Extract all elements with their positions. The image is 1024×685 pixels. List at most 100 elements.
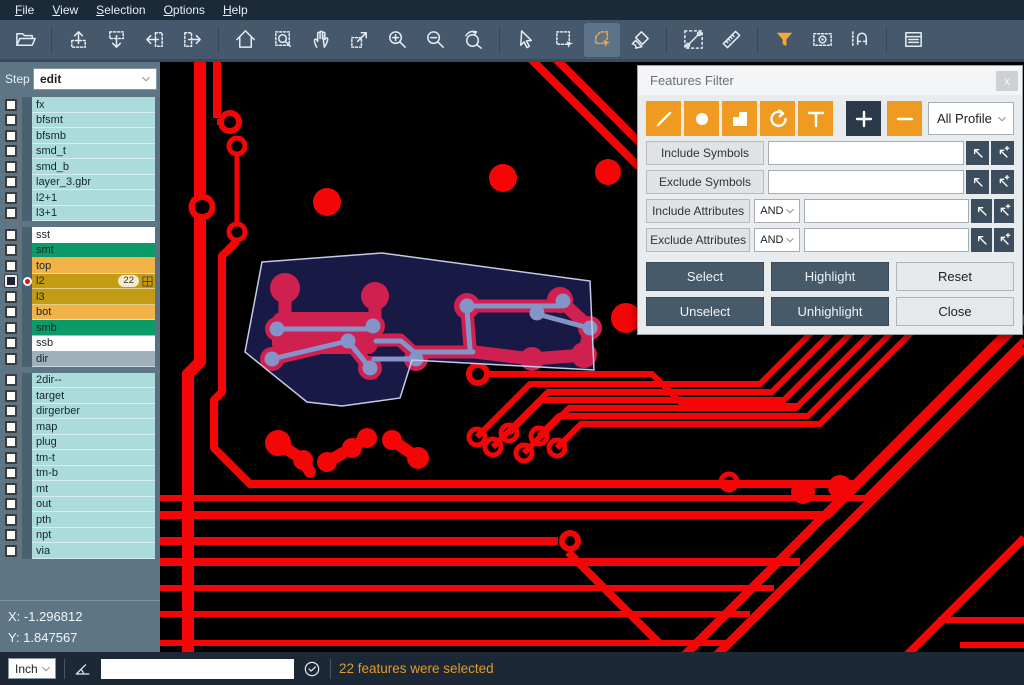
tool-select-arrow-button[interactable] xyxy=(508,23,544,57)
unselect-button[interactable]: Unselect xyxy=(646,297,764,326)
layer-checkbox-pth[interactable] xyxy=(5,514,17,526)
layer-row-bfsmt[interactable]: bfsmt xyxy=(0,113,160,129)
tool-pan-right-button[interactable] xyxy=(174,23,210,57)
layer-name-layer_3.gbr[interactable]: layer_3.gbr xyxy=(32,175,155,191)
layer-checkbox-l3[interactable] xyxy=(5,291,17,303)
layer-row-l2+1[interactable]: l2+1 xyxy=(0,190,160,206)
layer-row-target[interactable]: target xyxy=(0,388,160,404)
tool-measure-line-button[interactable] xyxy=(675,23,711,57)
layer-row-npt[interactable]: npt xyxy=(0,528,160,544)
profile-select[interactable]: All Profile xyxy=(928,102,1014,135)
exclude-attributes-input[interactable] xyxy=(804,228,969,252)
layer-row-sst[interactable]: sst xyxy=(0,227,160,243)
include-attributes-pick-button[interactable] xyxy=(971,199,991,223)
layer-row-ssb[interactable]: ssb xyxy=(0,336,160,352)
layer-checkbox-smd_t[interactable] xyxy=(5,145,17,157)
exclude-attributes-pick-button[interactable] xyxy=(971,228,991,252)
layer-row-dirgerber[interactable]: dirgerber xyxy=(0,404,160,420)
layer-name-smd_t[interactable]: smd_t xyxy=(32,144,155,160)
tool-select-rect-button[interactable] xyxy=(546,23,582,57)
layer-row-l2[interactable]: l222 xyxy=(0,274,160,290)
layer-row-map[interactable]: map xyxy=(0,419,160,435)
layer-name-sst[interactable]: sst xyxy=(32,227,155,243)
tool-snap-magnet-button[interactable] xyxy=(842,23,878,57)
command-input[interactable] xyxy=(101,659,294,679)
layer-row-l3[interactable]: l3 xyxy=(0,289,160,305)
layer-checkbox-tm-b[interactable] xyxy=(5,467,17,479)
layer-name-top[interactable]: top xyxy=(32,258,155,274)
refresh-status-icon[interactable] xyxy=(302,659,322,679)
include-symbols-pick-add-button[interactable] xyxy=(991,141,1014,165)
tool-filter-funnel-button[interactable] xyxy=(766,23,802,57)
layer-name-tm-t[interactable]: tm-t xyxy=(32,450,155,466)
filter-plus-button[interactable] xyxy=(846,101,881,136)
exclude-attributes-pick-add-button[interactable] xyxy=(994,228,1014,252)
pcb-canvas[interactable]: Features Filter x All Profile Include Sy… xyxy=(160,62,1024,652)
layer-name-via[interactable]: via xyxy=(32,543,155,559)
layer-row-l3+1[interactable]: l3+1 xyxy=(0,206,160,222)
layer-name-dirgerber[interactable]: dirgerber xyxy=(32,404,155,420)
include-attributes-pick-add-button[interactable] xyxy=(994,199,1014,223)
highlight-button[interactable]: Highlight xyxy=(771,262,889,291)
tool-clear-brush-button[interactable] xyxy=(622,23,658,57)
layer-name-fx[interactable]: fx xyxy=(32,97,155,113)
layer-name-smb[interactable]: smb xyxy=(32,320,155,336)
layer-name-bfsmt[interactable]: bfsmt xyxy=(32,113,155,129)
layer-checkbox-ssb[interactable] xyxy=(5,337,17,349)
layer-name-bot[interactable]: bot xyxy=(32,305,155,321)
layer-row-tm-t[interactable]: tm-t xyxy=(0,450,160,466)
exclude-attributes-button[interactable]: Exclude Attributes xyxy=(646,228,750,252)
layer-row-fx[interactable]: fx xyxy=(0,97,160,113)
layer-checkbox-top[interactable] xyxy=(5,260,17,272)
layer-row-mt[interactable]: mt xyxy=(0,481,160,497)
layer-row-smd_t[interactable]: smd_t xyxy=(0,144,160,160)
layer-row-top[interactable]: top xyxy=(0,258,160,274)
exclude-symbols-input[interactable] xyxy=(768,170,964,194)
layer-row-bot[interactable]: bot xyxy=(0,305,160,321)
layer-row-pth[interactable]: pth xyxy=(0,512,160,528)
layer-row-via[interactable]: via xyxy=(0,543,160,559)
menu-item-options[interactable]: Options xyxy=(155,0,214,20)
layer-checkbox-bot[interactable] xyxy=(5,306,17,318)
filter-line-type-button[interactable] xyxy=(646,101,681,136)
include-attributes-button[interactable]: Include Attributes xyxy=(646,199,750,223)
tool-pan-hand-button[interactable] xyxy=(303,23,339,57)
tool-measure-ruler-button[interactable] xyxy=(713,23,749,57)
layer-name-map[interactable]: map xyxy=(32,419,155,435)
layer-name-target[interactable]: target xyxy=(32,388,155,404)
layer-name-l3[interactable]: l3 xyxy=(32,289,155,305)
tool-home-button[interactable] xyxy=(227,23,263,57)
layer-name-plug[interactable]: plug xyxy=(32,435,155,451)
exclude-attributes-and-select[interactable]: AND xyxy=(754,228,800,252)
tool-pan-left-button[interactable] xyxy=(136,23,172,57)
tool-zoom-out-button[interactable] xyxy=(417,23,453,57)
layer-name-pth[interactable]: pth xyxy=(32,512,155,528)
layer-name-ssb[interactable]: ssb xyxy=(32,336,155,352)
layer-name-tm-b[interactable]: tm-b xyxy=(32,466,155,482)
layer-checkbox-plug[interactable] xyxy=(5,436,17,448)
layer-name-npt[interactable]: npt xyxy=(32,528,155,544)
layer-checkbox-fx[interactable] xyxy=(5,99,17,111)
layer-checkbox-bfsmt[interactable] xyxy=(5,114,17,126)
layer-checkbox-dirgerber[interactable] xyxy=(5,405,17,417)
layer-checkbox-layer_3.gbr[interactable] xyxy=(5,176,17,188)
layer-checkbox-tm-t[interactable] xyxy=(5,452,17,464)
angle-measure-icon[interactable] xyxy=(73,659,93,679)
layer-name-l2+1[interactable]: l2+1 xyxy=(32,190,155,206)
layer-row-plug[interactable]: plug xyxy=(0,435,160,451)
filter-pad-type-button[interactable] xyxy=(684,101,719,136)
layer-row-dir[interactable]: dir xyxy=(0,351,160,367)
layer-checkbox-smb[interactable] xyxy=(5,322,17,334)
tool-pan-down-button[interactable] xyxy=(98,23,134,57)
menu-item-help[interactable]: Help xyxy=(214,0,257,20)
layer-row-out[interactable]: out xyxy=(0,497,160,513)
layer-checkbox-target[interactable] xyxy=(5,390,17,402)
filter-surface-type-button[interactable] xyxy=(722,101,757,136)
tool-select-polygon-button[interactable] xyxy=(584,23,620,57)
layer-checkbox-out[interactable] xyxy=(5,498,17,510)
reset-button[interactable]: Reset xyxy=(896,262,1014,291)
layer-name-out[interactable]: out xyxy=(32,497,155,513)
menu-item-selection[interactable]: Selection xyxy=(87,0,154,20)
unit-select[interactable]: Inch xyxy=(8,658,56,679)
layer-checkbox-l3+1[interactable] xyxy=(5,207,17,219)
